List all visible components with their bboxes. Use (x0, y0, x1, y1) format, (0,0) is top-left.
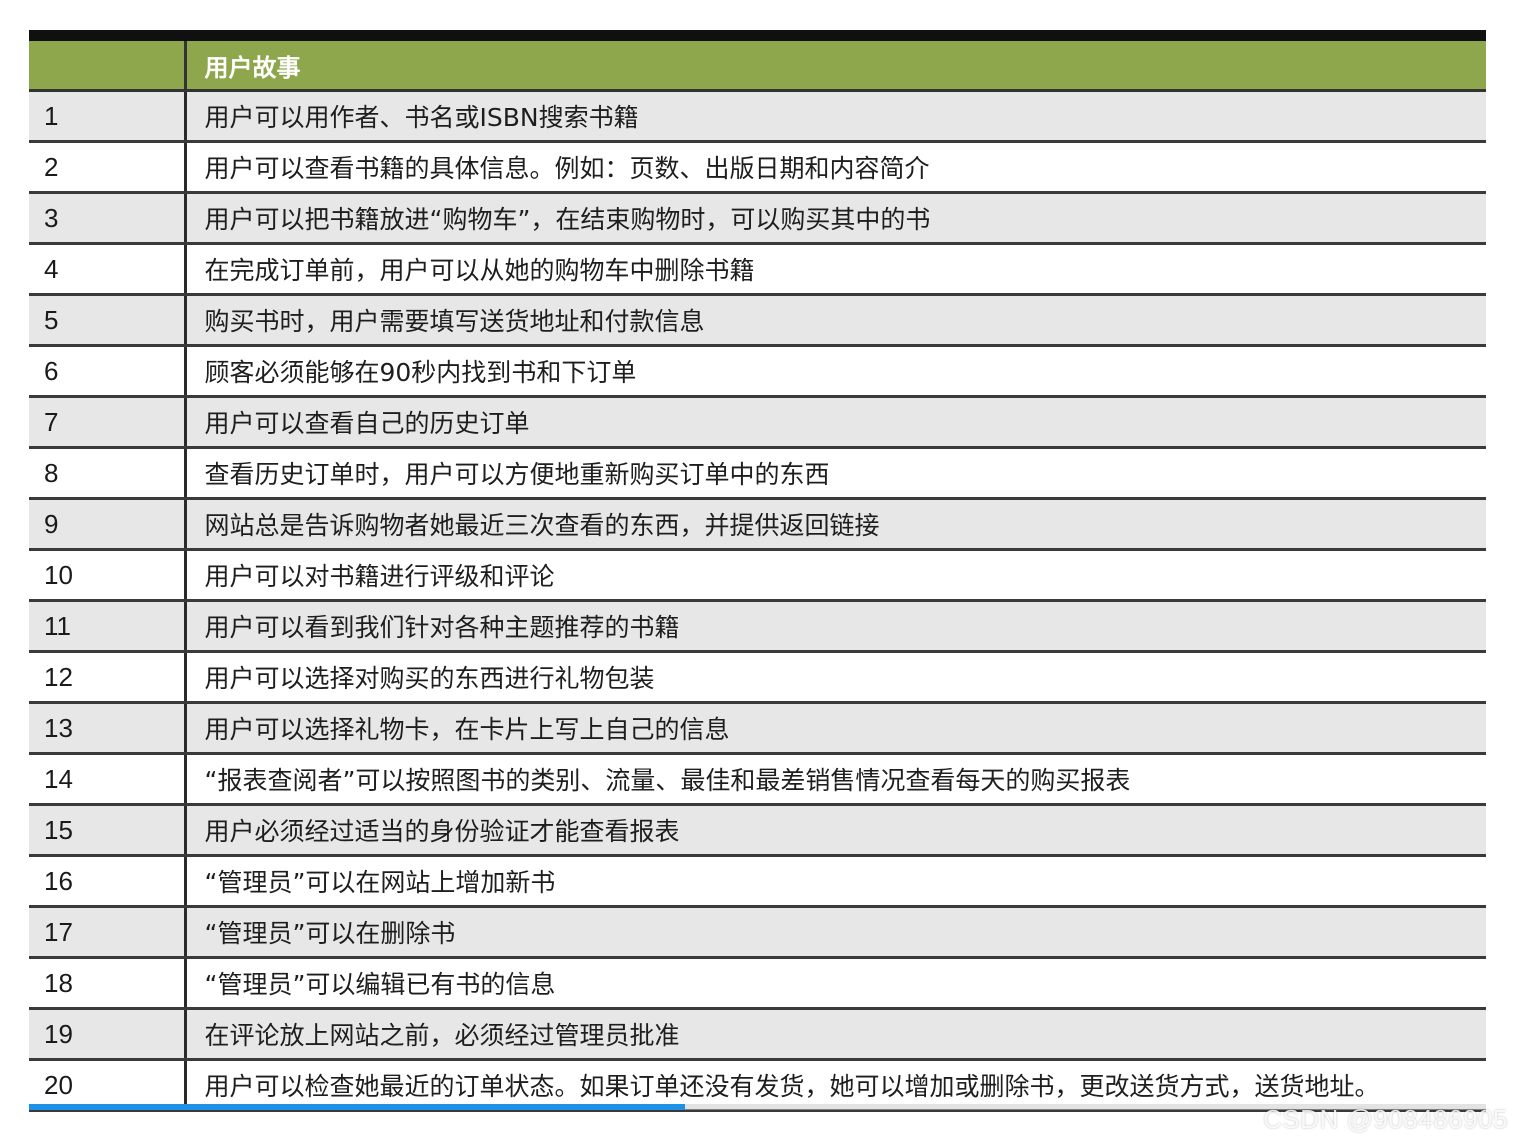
row-story-cell: 网站总是告诉购物者她最近三次查看的东西，并提供返回链接 (183, 498, 1486, 551)
table-header-row: 用户故事 (29, 41, 1486, 92)
row-number-cell: 19 (29, 1008, 185, 1061)
table-row: 3 用户可以把书籍放进“购物车”，在结束购物时，可以购买其中的书 (29, 192, 1486, 245)
watermark: CSDN @908486905 (1263, 1104, 1508, 1134)
user-story-table: 用户故事 1 用户可以用作者、书名或ISBN搜索书籍 2 用户可以查看书籍的具体信息。… (29, 41, 1486, 1112)
table-row: 7 用户可以查看自己的历史订单 (29, 396, 1486, 449)
row-number-cell: 10 (29, 549, 185, 602)
row-number-cell: 20 (29, 1059, 185, 1112)
table-row: 8 查看历史订单时，用户可以方便地重新购买订单中的东西 (29, 447, 1486, 500)
table-row: 6 顾客必须能够在90秒内找到书和下订单 (29, 345, 1486, 398)
table-row: 16 “管理员”可以在网站上增加新书 (29, 855, 1486, 908)
row-story-cell: “报表查阅者”可以按照图书的类别、流量、最佳和最差销售情况查看每天的购买报表 (183, 753, 1486, 806)
row-number-cell: 16 (29, 855, 185, 908)
table-row: 12 用户可以选择对购买的东西进行礼物包装 (29, 651, 1486, 704)
slide-frame: 用户故事 1 用户可以用作者、书名或ISBN搜索书籍 2 用户可以查看书籍的具体信息。… (29, 30, 1486, 1118)
table-row: 15 用户必须经过适当的身份验证才能查看报表 (29, 804, 1486, 857)
row-story-cell: 购买书时，用户需要填写送货地址和付款信息 (183, 294, 1486, 347)
table-row: 1 用户可以用作者、书名或ISBN搜索书籍 (29, 90, 1486, 143)
row-story-cell: 在评论放上网站之前，必须经过管理员批准 (183, 1008, 1486, 1061)
table-row: 17 “管理员”可以在删除书 (29, 906, 1486, 959)
row-story-cell: 顾客必须能够在90秒内找到书和下订单 (183, 345, 1486, 398)
row-story-cell: 用户可以看到我们针对各种主题推荐的书籍 (183, 600, 1486, 653)
row-story-cell: 用户可以查看书籍的具体信息。例如：页数、出版日期和内容简介 (183, 141, 1486, 194)
row-story-cell: 用户必须经过适当的身份验证才能查看报表 (183, 804, 1486, 857)
table-row: 20 用户可以检查她最近的订单状态。如果订单还没有发货，她可以增加或删除书，更改送… (29, 1059, 1486, 1112)
row-story-cell: 查看历史订单时，用户可以方便地重新购买订单中的东西 (183, 447, 1486, 500)
row-number-cell: 1 (29, 90, 185, 143)
row-number-cell: 9 (29, 498, 185, 551)
row-story-cell: 用户可以选择礼物卡，在卡片上写上自己的信息 (183, 702, 1486, 755)
row-number-cell: 5 (29, 294, 185, 347)
row-number-cell: 7 (29, 396, 185, 449)
table-row: 9 网站总是告诉购物者她最近三次查看的东西，并提供返回链接 (29, 498, 1486, 551)
row-number-cell: 3 (29, 192, 185, 245)
row-number-cell: 2 (29, 141, 185, 194)
row-story-cell: 用户可以检查她最近的订单状态。如果订单还没有发货，她可以增加或删除书，更改送货方… (183, 1059, 1486, 1112)
row-number-cell: 12 (29, 651, 185, 704)
row-story-cell: “管理员”可以在删除书 (183, 906, 1486, 959)
table-row: 11 用户可以看到我们针对各种主题推荐的书籍 (29, 600, 1486, 653)
row-story-cell: “管理员”可以在网站上增加新书 (183, 855, 1486, 908)
row-number-cell: 18 (29, 957, 185, 1010)
video-progress-fill (29, 1104, 685, 1110)
row-number-cell: 8 (29, 447, 185, 500)
row-number-cell: 14 (29, 753, 185, 806)
table-row: 18 “管理员”可以编辑已有书的信息 (29, 957, 1486, 1010)
table-row: 19 在评论放上网站之前，必须经过管理员批准 (29, 1008, 1486, 1061)
row-story-cell: 用户可以查看自己的历史订单 (183, 396, 1486, 449)
row-number-cell: 4 (29, 243, 185, 296)
table-row: 4 在完成订单前，用户可以从她的购物车中删除书籍 (29, 243, 1486, 296)
row-story-cell: 用户可以用作者、书名或ISBN搜索书籍 (183, 90, 1486, 143)
row-story-cell: 用户可以对书籍进行评级和评论 (183, 549, 1486, 602)
row-number-cell: 17 (29, 906, 185, 959)
row-number-cell: 6 (29, 345, 185, 398)
table-body: 1 用户可以用作者、书名或ISBN搜索书籍 2 用户可以查看书籍的具体信息。例如：页数… (29, 90, 1486, 1112)
table-row: 2 用户可以查看书籍的具体信息。例如：页数、出版日期和内容简介 (29, 141, 1486, 194)
row-story-cell: 用户可以选择对购买的东西进行礼物包装 (183, 651, 1486, 704)
top-dark-bar (29, 30, 1486, 41)
row-story-cell: “管理员”可以编辑已有书的信息 (183, 957, 1486, 1010)
row-number-cell: 15 (29, 804, 185, 857)
table-row: 10 用户可以对书籍进行评级和评论 (29, 549, 1486, 602)
table-row: 5 购买书时，用户需要填写送货地址和付款信息 (29, 294, 1486, 347)
table-row: 14 “报表查阅者”可以按照图书的类别、流量、最佳和最差销售情况查看每天的购买报表 (29, 753, 1486, 806)
table-row: 13 用户可以选择礼物卡，在卡片上写上自己的信息 (29, 702, 1486, 755)
header-story-cell: 用户故事 (183, 41, 1486, 92)
row-number-cell: 13 (29, 702, 185, 755)
row-story-cell: 在完成订单前，用户可以从她的购物车中删除书籍 (183, 243, 1486, 296)
row-story-cell: 用户可以把书籍放进“购物车”，在结束购物时，可以购买其中的书 (183, 192, 1486, 245)
header-number-cell (29, 41, 185, 92)
row-number-cell: 11 (29, 600, 185, 653)
